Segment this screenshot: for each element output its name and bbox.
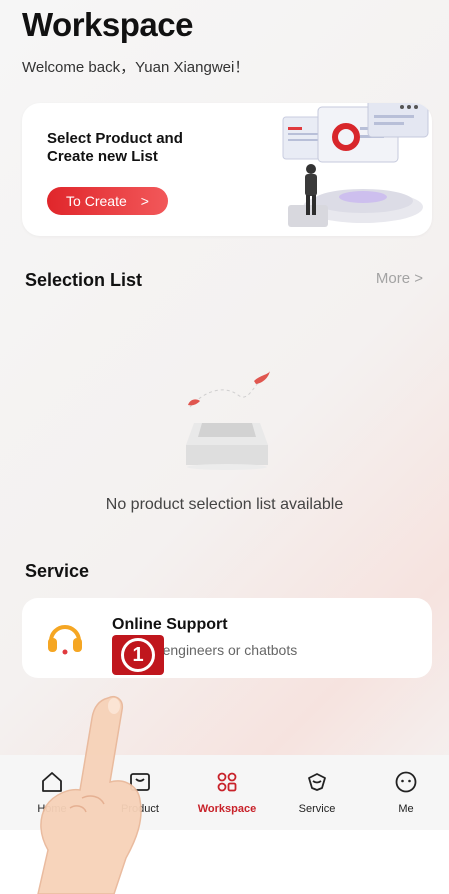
- online-support-title: Online Support: [112, 616, 228, 633]
- banner-headline: Select Product and Create new List: [47, 130, 183, 165]
- step-number: 1: [121, 638, 155, 672]
- to-create-label: To Create: [66, 193, 127, 209]
- pointing-hand-icon: [37, 696, 142, 894]
- banner-illustration-icon: [282, 103, 429, 227]
- selection-list-title: Selection List: [25, 270, 143, 290]
- service-icon: [308, 773, 326, 791]
- tab-me[interactable]: Me: [361, 755, 449, 830]
- tab-service-label: Service: [298, 803, 336, 815]
- workspace-icon: [217, 772, 237, 792]
- service-title: Service: [25, 561, 90, 581]
- tab-me-label: Me: [398, 803, 414, 815]
- step-callout-badge: 1: [112, 635, 164, 675]
- me-icon: [395, 771, 417, 793]
- tab-service[interactable]: Service: [272, 755, 362, 830]
- page-title: Workspace: [22, 6, 193, 43]
- welcome-text: Welcome back，Yuan Xiangwei！: [22, 59, 250, 76]
- online-support-card[interactable]: Online Support Huawei engineers or chatb…: [22, 598, 432, 678]
- tab-workspace-label: Workspace: [197, 803, 257, 815]
- to-create-button[interactable]: To Create >: [47, 187, 168, 215]
- tab-workspace[interactable]: Workspace: [182, 755, 272, 830]
- create-list-banner[interactable]: Select Product and Create new List To Cr…: [22, 103, 432, 236]
- headset-icon: [48, 625, 82, 655]
- chevron-right-icon: >: [140, 193, 149, 209]
- empty-box-icon: [186, 371, 270, 470]
- more-link[interactable]: More >: [376, 270, 423, 287]
- empty-state-message: No product selection list available: [105, 496, 344, 513]
